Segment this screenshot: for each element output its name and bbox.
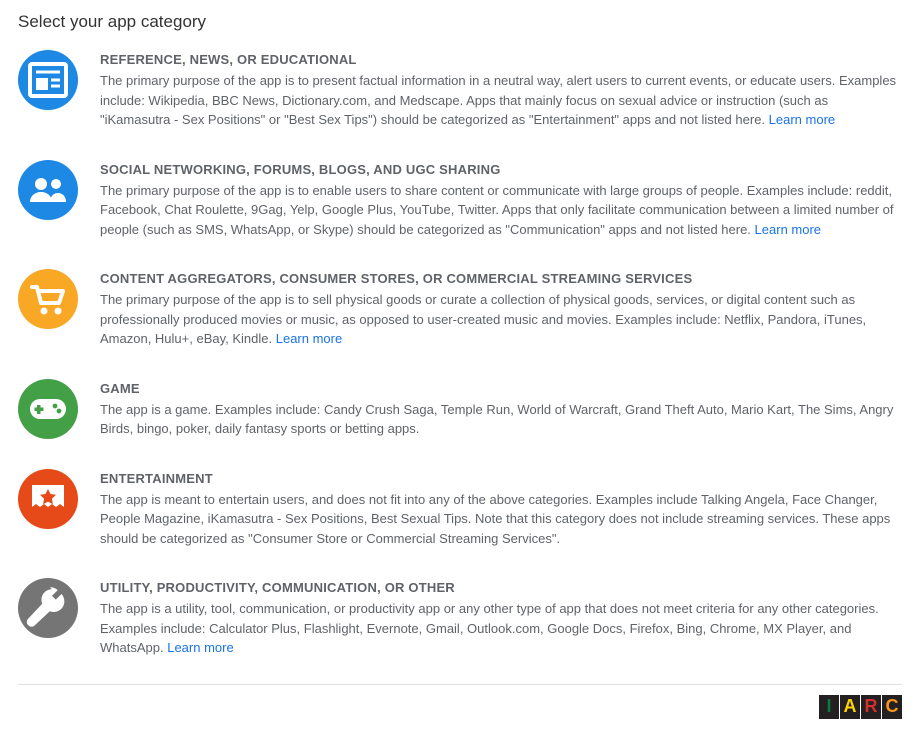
- learn-more-link[interactable]: Learn more: [769, 112, 835, 127]
- category-item-reference[interactable]: REFERENCE, NEWS, OR EDUCATIONAL The prima…: [18, 50, 902, 130]
- category-item-entertainment[interactable]: ENTERTAINMENT The app is meant to enterta…: [18, 469, 902, 549]
- category-item-cart[interactable]: CONTENT AGGREGATORS, CONSUMER STORES, OR…: [18, 269, 902, 349]
- category-title: GAME: [100, 381, 902, 396]
- cart-icon: [18, 269, 78, 329]
- iarc-letter-a: A: [840, 695, 860, 719]
- category-description: The primary purpose of the app is to ena…: [100, 181, 902, 240]
- category-description: The primary purpose of the app is to pre…: [100, 71, 902, 130]
- category-item-game[interactable]: GAME The app is a game. Examples include:…: [18, 379, 902, 439]
- learn-more-link[interactable]: Learn more: [755, 222, 821, 237]
- category-content: REFERENCE, NEWS, OR EDUCATIONAL The prima…: [100, 50, 902, 130]
- footer: IARC: [18, 684, 902, 719]
- category-description: The app is a utility, tool, communicatio…: [100, 599, 902, 658]
- category-title: CONTENT AGGREGATORS, CONSUMER STORES, OR…: [100, 271, 902, 286]
- entertainment-icon: [18, 469, 78, 529]
- category-item-social[interactable]: SOCIAL NETWORKING, FORUMS, BLOGS, AND UG…: [18, 160, 902, 240]
- category-content: UTILITY, PRODUCTIVITY, COMMUNICATION, OR…: [100, 578, 902, 658]
- learn-more-link[interactable]: Learn more: [276, 331, 342, 346]
- category-title: ENTERTAINMENT: [100, 471, 902, 486]
- learn-more-link[interactable]: Learn more: [167, 640, 233, 655]
- category-description-text: The app is a game. Examples include: Can…: [100, 402, 893, 437]
- category-description-text: The primary purpose of the app is to sel…: [100, 292, 866, 346]
- iarc-letter-r: R: [861, 695, 881, 719]
- category-item-utility[interactable]: UTILITY, PRODUCTIVITY, COMMUNICATION, OR…: [18, 578, 902, 658]
- category-content: SOCIAL NETWORKING, FORUMS, BLOGS, AND UG…: [100, 160, 902, 240]
- category-description-text: The app is meant to entertain users, and…: [100, 492, 890, 546]
- category-title: SOCIAL NETWORKING, FORUMS, BLOGS, AND UG…: [100, 162, 902, 177]
- iarc-logo: IARC: [819, 695, 902, 719]
- page-title: Select your app category: [18, 12, 902, 32]
- category-description: The app is a game. Examples include: Can…: [100, 400, 902, 439]
- social-icon: [18, 160, 78, 220]
- reference-icon: [18, 50, 78, 110]
- category-content: CONTENT AGGREGATORS, CONSUMER STORES, OR…: [100, 269, 902, 349]
- iarc-letter-i: I: [819, 695, 839, 719]
- game-icon: [18, 379, 78, 439]
- category-content: GAME The app is a game. Examples include:…: [100, 379, 902, 439]
- category-list: REFERENCE, NEWS, OR EDUCATIONAL The prima…: [18, 50, 902, 658]
- category-title: REFERENCE, NEWS, OR EDUCATIONAL: [100, 52, 902, 67]
- iarc-letter-c: C: [882, 695, 902, 719]
- category-description: The primary purpose of the app is to sel…: [100, 290, 902, 349]
- category-content: ENTERTAINMENT The app is meant to enterta…: [100, 469, 902, 549]
- category-description: The app is meant to entertain users, and…: [100, 490, 902, 549]
- utility-icon: [18, 578, 78, 638]
- category-title: UTILITY, PRODUCTIVITY, COMMUNICATION, OR…: [100, 580, 902, 595]
